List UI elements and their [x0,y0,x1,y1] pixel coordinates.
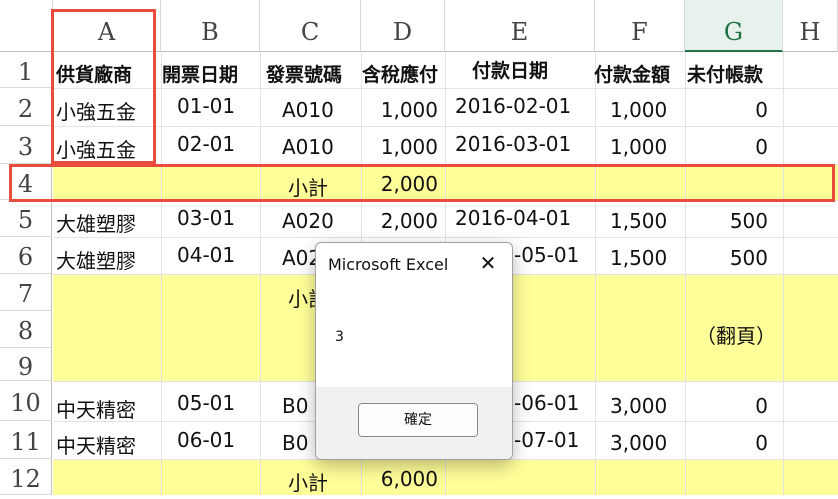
cell-e2[interactable]: 2016-02-01 [455,94,571,118]
cell-e3[interactable]: 2016-03-01 [455,132,571,156]
cell-e10[interactable]: -06-01 [514,391,579,415]
row-header-3[interactable]: 3 [0,126,52,164]
column-header-e[interactable]: E [445,0,595,52]
header-payment-date[interactable]: 付款日期 [472,56,548,83]
close-icon[interactable]: ✕ [476,251,500,275]
cell-d5[interactable]: 2,000 [361,209,438,233]
row-header-4[interactable]: 4 [0,164,52,200]
row-header-6[interactable]: 6 [0,237,52,274]
cell-b10[interactable]: 05-01 [177,391,235,415]
column-header-c[interactable]: C [260,0,361,52]
dialog-footer: 確定 [316,387,512,459]
cell-e11[interactable]: -07-01 [514,428,579,452]
header-invoice-date[interactable]: 開票日期 [162,60,238,87]
header-invoice-number[interactable]: 發票號碼 [266,60,342,87]
cell-g8-page-break-note[interactable]: （翻頁） [696,320,776,349]
cell-f6[interactable]: 1,500 [610,246,667,270]
cell-b5[interactable]: 03-01 [177,206,235,230]
spreadsheet-grid: A B C D E F G H 1 2 3 4 5 6 7 8 9 10 11 … [0,0,838,495]
header-supplier[interactable]: 供貨廠商 [56,60,132,87]
cell-e6[interactable]: -05-01 [514,243,579,267]
cell-g11[interactable]: 0 [685,431,768,455]
dialog-title: Microsoft Excel [328,255,449,274]
row-header-2[interactable]: 2 [0,88,52,126]
cell-a10[interactable]: 中天精密 [56,394,136,423]
cell-a2[interactable]: 小強五金 [56,96,136,125]
cell-f5[interactable]: 1,500 [610,209,667,233]
row-header-9[interactable]: 9 [0,348,52,381]
column-header-g[interactable]: G [685,0,783,52]
row-header-10[interactable]: 10 [0,381,52,421]
cell-b2[interactable]: 01-01 [177,94,235,118]
cell-b11[interactable]: 06-01 [177,428,235,452]
cell-g6[interactable]: 500 [685,246,768,270]
row-header-7[interactable]: 7 [0,274,52,311]
column-header-b[interactable]: B [161,0,260,52]
column-header-h[interactable]: H [783,0,838,52]
dialog-message: 3 [335,329,344,345]
cell-g2[interactable]: 0 [685,98,768,122]
cell-a3[interactable]: 小強五金 [56,134,136,163]
cell-g3[interactable]: 0 [685,135,768,159]
header-unpaid[interactable]: 未付帳款 [687,60,763,87]
row-header-8[interactable]: 8 [0,311,52,348]
column-header-a[interactable]: A [53,0,161,52]
cell-g10[interactable]: 0 [685,394,768,418]
cell-f2[interactable]: 1,000 [610,98,667,122]
header-payment-amount[interactable]: 付款金額 [594,60,670,87]
cell-c5[interactable]: A020 [282,209,334,233]
row-header-1[interactable]: 1 [0,52,52,88]
cell-c12-subtotal-label[interactable]: 小計 [288,467,328,496]
select-all-corner[interactable] [0,0,53,52]
cell-f10[interactable]: 3,000 [610,394,667,418]
cell-a6[interactable]: 大雄塑膠 [56,245,136,274]
cell-c2[interactable]: A010 [282,98,334,122]
cell-f11[interactable]: 3,000 [610,431,667,455]
header-payable[interactable]: 含稅應付 [362,60,438,87]
column-header-f[interactable]: F [595,0,685,52]
row-header-11[interactable]: 11 [0,421,52,459]
cell-a5[interactable]: 大雄塑膠 [56,208,136,237]
cell-e5[interactable]: 2016-04-01 [455,206,571,230]
cell-f3[interactable]: 1,000 [610,135,667,159]
row-header-5[interactable]: 5 [0,200,52,237]
cell-d4-subtotal[interactable]: 2,000 [361,172,438,196]
cell-b6[interactable]: 04-01 [177,243,235,267]
cell-b3[interactable]: 02-01 [177,132,235,156]
cell-a11[interactable]: 中天精密 [56,430,136,459]
row-header-12[interactable]: 12 [0,459,52,495]
cell-d2[interactable]: 1,000 [361,98,438,122]
cell-c3[interactable]: A010 [282,135,334,159]
column-header-d[interactable]: D [361,0,445,52]
cell-c4-subtotal-label[interactable]: 小計 [288,172,328,201]
cell-d12-subtotal[interactable]: 6,000 [361,467,438,491]
message-box-dialog: Microsoft Excel ✕ 3 確定 [315,242,513,460]
cell-c11[interactable]: B0 [282,431,308,455]
ok-button[interactable]: 確定 [358,403,478,437]
cell-c10[interactable]: B0 [282,394,308,418]
cell-g5[interactable]: 500 [685,209,768,233]
cell-d3[interactable]: 1,000 [361,135,438,159]
